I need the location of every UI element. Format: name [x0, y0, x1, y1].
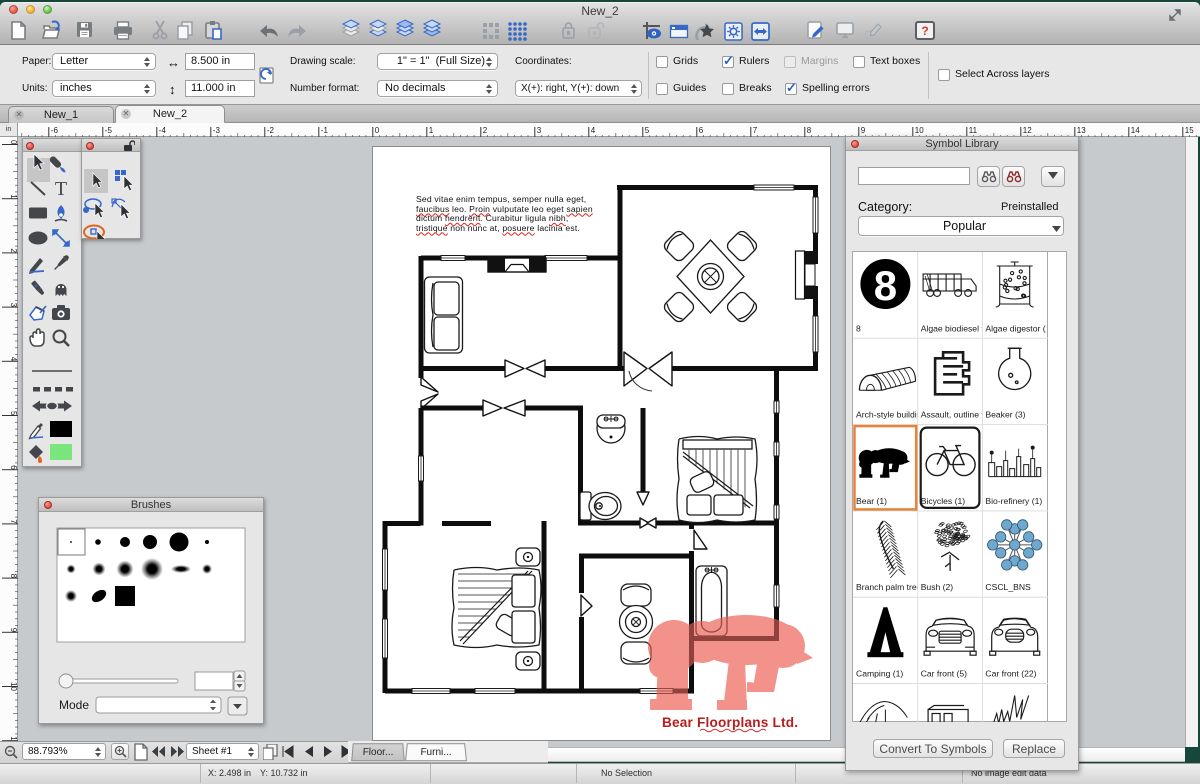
svg-text:-6: -6 — [51, 126, 59, 135]
svg-text:Algae biodiesel tr: Algae biodiesel tr — [921, 323, 987, 333]
svg-text:6: 6 — [699, 126, 704, 135]
svg-text:0: 0 — [9, 140, 18, 145]
svg-text:Car front (5): Car front (5) — [921, 669, 967, 679]
svg-text:Beaker (3): Beaker (3) — [985, 410, 1025, 420]
svg-text:13: 13 — [1077, 126, 1086, 135]
svg-text:7: 7 — [9, 519, 18, 524]
svg-text:CSCL_BNS: CSCL_BNS — [985, 582, 1031, 592]
svg-text:1: 1 — [429, 126, 434, 135]
svg-text:8: 8 — [874, 262, 897, 309]
svg-text:10: 10 — [9, 682, 18, 691]
svg-text:9: 9 — [861, 126, 866, 135]
svg-text:Branch palm tree: Branch palm tree — [856, 582, 922, 592]
svg-text:8: 8 — [9, 574, 18, 579]
svg-text:2: 2 — [9, 248, 18, 253]
svg-text:Assault, outline fi: Assault, outline fi — [921, 410, 986, 420]
svg-text:11: 11 — [969, 126, 978, 135]
svg-text:Car front (22): Car front (22) — [985, 669, 1036, 679]
svg-text:14: 14 — [1131, 126, 1140, 135]
svg-text:4: 4 — [591, 126, 596, 135]
svg-text:-4: -4 — [159, 126, 167, 135]
svg-text:4: 4 — [9, 357, 18, 362]
svg-text:Bear (1): Bear (1) — [856, 496, 887, 506]
svg-text:1: 1 — [9, 194, 18, 199]
svg-text:6: 6 — [9, 465, 18, 470]
svg-text:Algae digestor (1): Algae digestor (1) — [985, 323, 1048, 333]
svg-text:3: 3 — [537, 126, 542, 135]
svg-text:7: 7 — [753, 126, 758, 135]
svg-text:-2: -2 — [267, 126, 275, 135]
svg-text:0: 0 — [375, 126, 380, 135]
svg-text:Bear Floorplans Ltd.: Bear Floorplans Ltd. — [662, 715, 798, 730]
svg-text:Bicycles (1): Bicycles (1) — [921, 496, 966, 506]
svg-text:9: 9 — [9, 628, 18, 633]
svg-text:15: 15 — [1185, 126, 1194, 135]
svg-text:-3: -3 — [213, 126, 221, 135]
svg-text:T: T — [55, 178, 67, 200]
svg-text:3: 3 — [9, 303, 18, 308]
svg-text:Arch-style buildin: Arch-style buildin — [856, 410, 922, 420]
svg-text:-1: -1 — [321, 126, 329, 135]
svg-text:5: 5 — [645, 126, 650, 135]
svg-text:10: 10 — [915, 126, 924, 135]
svg-text:8: 8 — [807, 126, 812, 135]
svg-text:Camping (1): Camping (1) — [856, 669, 903, 679]
svg-text:8: 8 — [856, 323, 861, 333]
svg-text:?: ? — [921, 24, 928, 38]
svg-text:5: 5 — [9, 411, 18, 416]
svg-text:12: 12 — [1023, 126, 1032, 135]
svg-text:-5: -5 — [105, 126, 113, 135]
svg-text:2: 2 — [483, 126, 488, 135]
svg-text:Bush (2): Bush (2) — [921, 582, 954, 592]
svg-text:Mode: Mode — [59, 698, 89, 712]
svg-text:Bio-refinery (1): Bio-refinery (1) — [985, 496, 1042, 506]
